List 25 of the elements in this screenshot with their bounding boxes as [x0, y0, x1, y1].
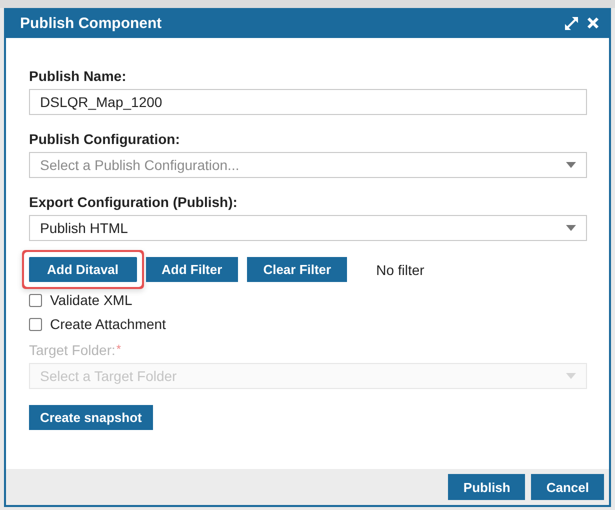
footer-button[interactable]: Publish — [448, 474, 526, 500]
checkbox-label[interactable]: Validate XML — [50, 292, 132, 308]
dropdown[interactable]: Select a Publish Configuration... — [29, 152, 587, 178]
text-input[interactable]: DSLQR_Map_1200 — [29, 89, 587, 115]
caret-icon — [566, 373, 576, 379]
field-label: Export Configuration (Publish): — [29, 194, 238, 210]
dialog-title: Publish Component — [20, 14, 163, 32]
checkbox[interactable] — [29, 318, 42, 330]
expand-icon[interactable] — [564, 16, 579, 30]
caret-icon — [566, 162, 576, 168]
checkbox[interactable] — [29, 294, 42, 306]
required-mark: * — [116, 342, 122, 356]
checkbox-label[interactable]: Create Attachment — [50, 316, 166, 332]
field-label: Publish Name: — [29, 68, 126, 84]
create-snapshot-button[interactable]: Create snapshot — [29, 405, 153, 430]
field-label: Target Folder: — [29, 342, 116, 358]
filter-button[interactable]: Add Ditaval — [29, 257, 137, 282]
caret-icon — [566, 225, 576, 231]
close-icon[interactable] — [587, 17, 599, 29]
filter-button[interactable]: Clear Filter — [247, 257, 348, 282]
filter-button[interactable]: Add Filter — [146, 257, 238, 282]
footer-button[interactable]: Cancel — [531, 474, 604, 500]
field-label: Publish Configuration: — [29, 131, 180, 147]
filter-status: No filter — [376, 262, 424, 278]
dropdown[interactable]: Publish HTML — [29, 215, 587, 241]
